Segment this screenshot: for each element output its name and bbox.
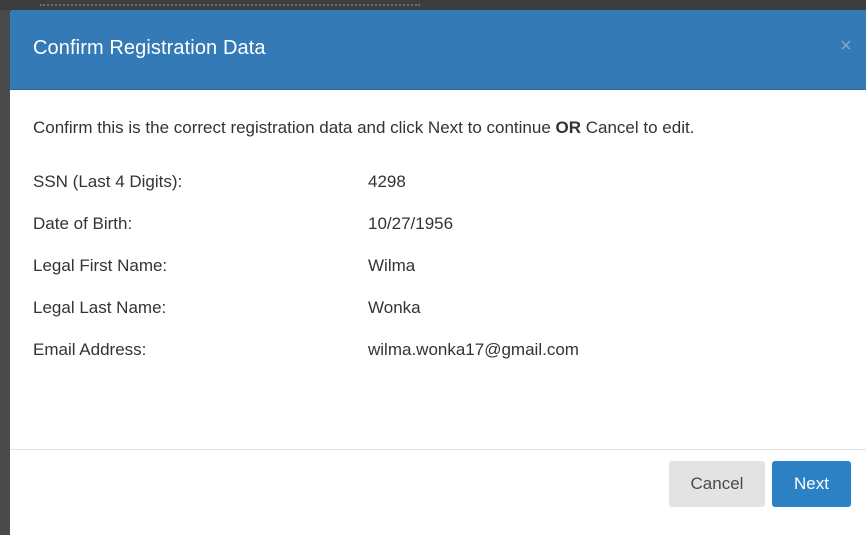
modal-footer: Cancel Next	[10, 450, 866, 535]
registration-fields: SSN (Last 4 Digits): 4298 Date of Birth:…	[33, 172, 843, 382]
modal-header: Confirm Registration Data ×	[10, 10, 866, 90]
field-value-last-name: Wonka	[368, 298, 421, 317]
field-row-email: Email Address: wilma.wonka17@gmail.com	[33, 340, 843, 382]
field-label-ssn: SSN (Last 4 Digits):	[33, 172, 183, 191]
field-label-first-name: Legal First Name:	[33, 256, 168, 275]
confirm-registration-modal: Confirm Registration Data × Confirm this…	[10, 10, 866, 535]
background-page	[0, 0, 866, 10]
field-value-first-name: Wilma	[368, 256, 416, 275]
intro-text: Confirm this is the correct registration…	[33, 115, 833, 141]
background-page-text	[40, 0, 420, 6]
field-row-last-name: Legal Last Name: Wonka	[33, 298, 843, 340]
modal-body: Confirm this is the correct registration…	[10, 90, 866, 450]
close-icon[interactable]: ×	[836, 34, 856, 58]
field-value-date-of-birth: 10/27/1956	[368, 214, 454, 233]
intro-text-part1: Confirm this is the correct registration…	[33, 118, 556, 137]
field-value-email: wilma.wonka17@gmail.com	[368, 340, 579, 359]
field-row-date-of-birth: Date of Birth: 10/27/1956	[33, 214, 843, 256]
field-label-email: Email Address:	[33, 340, 147, 359]
field-label-last-name: Legal Last Name:	[33, 298, 167, 317]
field-row-first-name: Legal First Name: Wilma	[33, 256, 843, 298]
cancel-button[interactable]: Cancel	[669, 461, 765, 507]
intro-text-emphasis: OR	[555, 118, 582, 137]
field-value-ssn: 4298	[368, 172, 406, 191]
intro-text-part2: Cancel to edit.	[581, 118, 695, 137]
modal-title: Confirm Registration Data	[33, 37, 266, 59]
field-label-date-of-birth: Date of Birth:	[33, 214, 133, 233]
field-row-ssn: SSN (Last 4 Digits): 4298	[33, 172, 843, 214]
next-button[interactable]: Next	[772, 461, 851, 507]
